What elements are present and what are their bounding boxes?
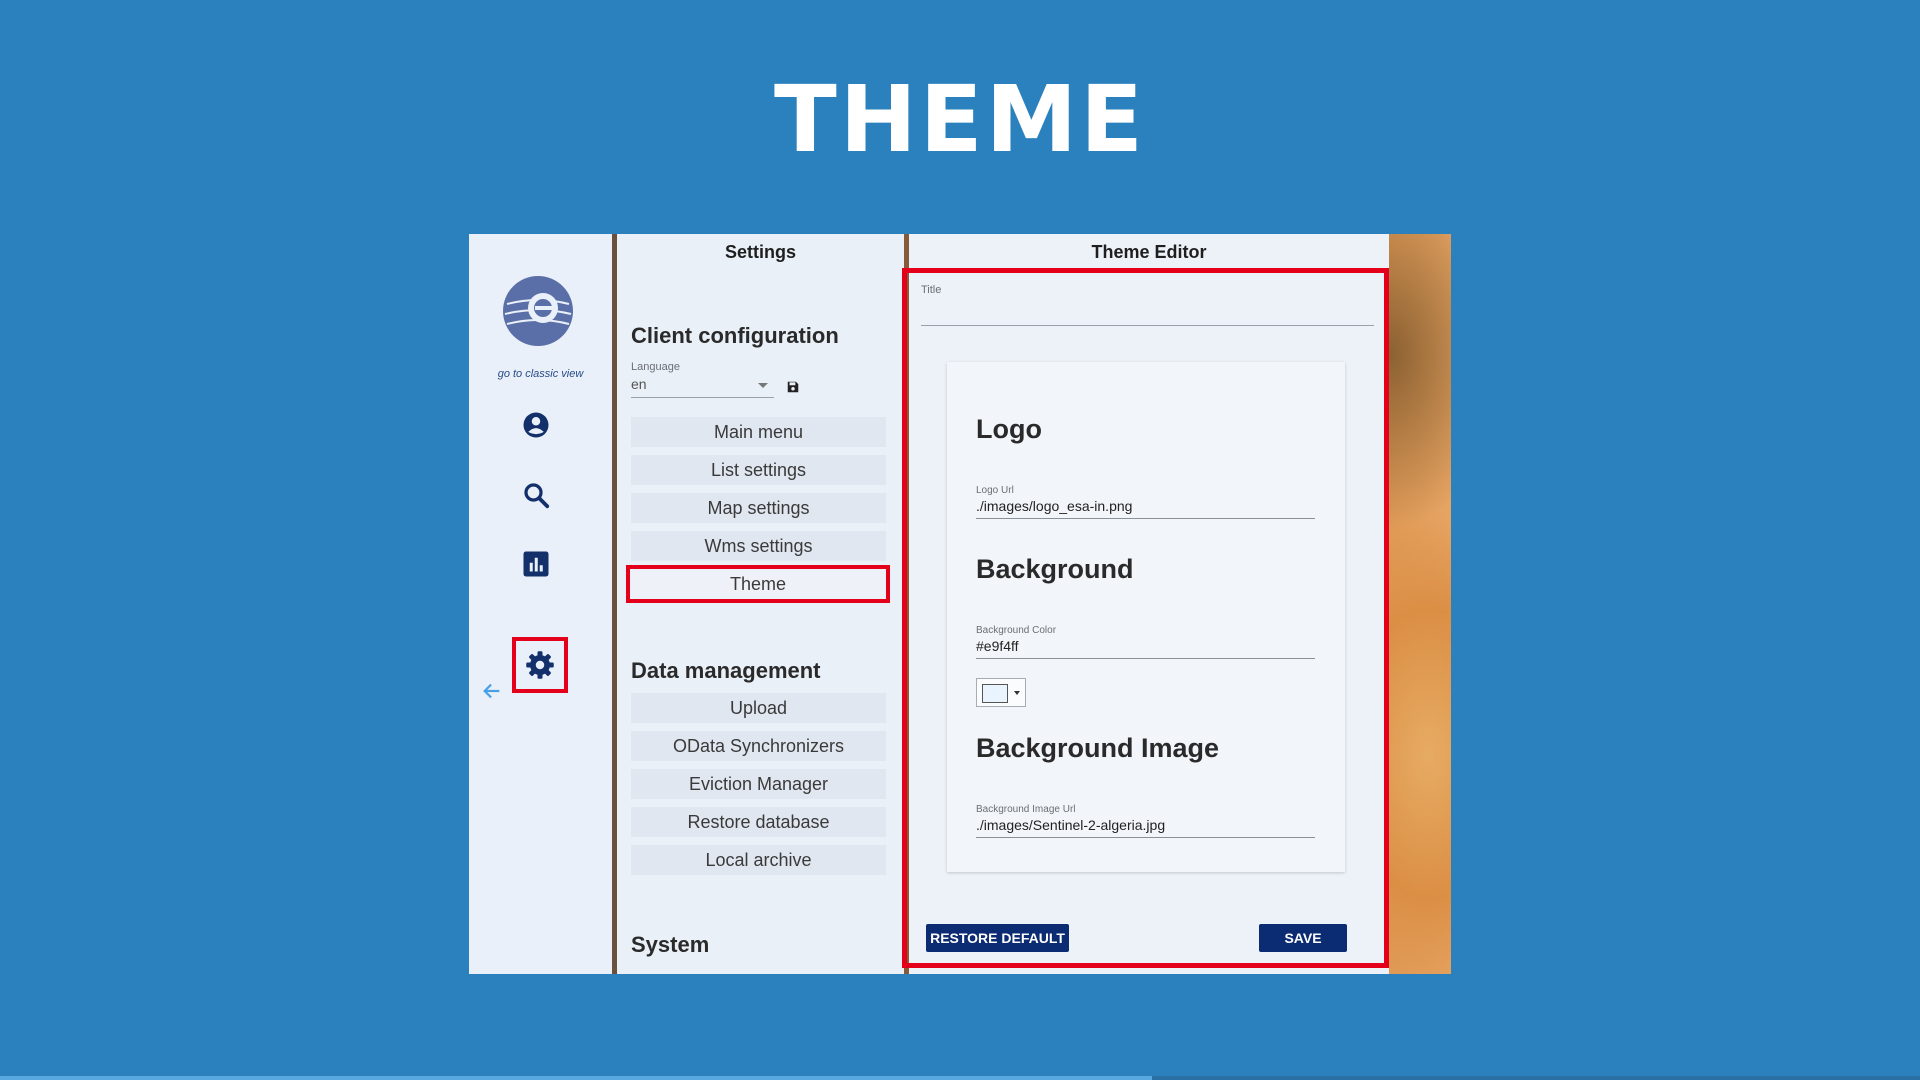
menu-item-theme[interactable]: Theme [626, 565, 890, 603]
menu-item-restore-database[interactable]: Restore database [631, 807, 886, 837]
data-management-heading: Data management [631, 658, 821, 683]
slide-progress-fill [0, 1076, 1152, 1080]
bar-chart-icon[interactable] [521, 549, 551, 579]
dropdown-arrow-icon [1014, 691, 1020, 695]
logo-url-label: Logo Url [976, 485, 1014, 496]
background-color-label: Background Color [976, 625, 1057, 636]
save-icon[interactable] [786, 380, 800, 394]
color-picker[interactable] [976, 678, 1026, 707]
logo-heading: Logo [976, 414, 1042, 444]
color-swatch [982, 684, 1008, 703]
menu-item-local-archive[interactable]: Local archive [631, 845, 886, 875]
menu-item-main-menu[interactable]: Main menu [631, 417, 886, 447]
theme-card: Logo Logo Url ./images/logo_esa-in.png B… [947, 362, 1345, 872]
icon-rail: go to classic view [469, 234, 612, 974]
gear-icon [526, 651, 554, 679]
chevron-down-icon [758, 383, 768, 388]
language-value: en [631, 376, 647, 392]
background-image-value: ./images/Sentinel-2-algeria.jpg [976, 817, 1166, 833]
search-icon[interactable] [521, 480, 551, 510]
background-image-url-field[interactable]: Background Image Url ./images/Sentinel-2… [976, 804, 1315, 838]
title-field-label: Title [921, 284, 942, 296]
slide-progress-bar [0, 1076, 1920, 1080]
settings-button[interactable] [512, 637, 568, 693]
menu-item-eviction-manager[interactable]: Eviction Manager [631, 769, 886, 799]
background-image-label: Background Image Url [976, 804, 1076, 815]
menu-item-map-settings[interactable]: Map settings [631, 493, 886, 523]
arrow-left-icon[interactable] [481, 680, 503, 702]
slide-title: THEME [774, 66, 1146, 173]
app-screenshot: go to classic view Settings Client confi… [469, 234, 1451, 974]
menu-item-upload[interactable]: Upload [631, 693, 886, 723]
title-field[interactable]: Title [921, 284, 1374, 326]
logo-url-field[interactable]: Logo Url ./images/logo_esa-in.png [976, 485, 1315, 519]
theme-editor-title: Theme Editor [1091, 242, 1207, 262]
language-select[interactable]: en [631, 374, 774, 398]
background-image-heading: Background Image [976, 733, 1220, 763]
background-heading: Background [976, 554, 1134, 584]
account-icon[interactable] [521, 410, 551, 440]
language-label: Language [631, 361, 680, 373]
logo-url-value: ./images/logo_esa-in.png [976, 498, 1133, 514]
classic-view-link[interactable]: go to classic view [469, 368, 612, 380]
restore-default-button[interactable]: RESTORE DEFAULT [926, 924, 1069, 952]
menu-item-wms-settings[interactable]: Wms settings [631, 531, 886, 561]
settings-panel: Settings Client configuration Language e… [617, 234, 904, 974]
system-heading: System [631, 932, 710, 957]
background-color-field[interactable]: Background Color #e9f4ff [976, 625, 1315, 659]
settings-title: Settings [724, 242, 796, 262]
theme-editor-panel: Theme Editor Title Logo Logo Url ./image… [909, 234, 1389, 974]
background-color-value: #e9f4ff [976, 638, 1019, 654]
save-button[interactable]: SAVE [1259, 924, 1347, 952]
menu-item-odata-synchronizers[interactable]: OData Synchronizers [631, 731, 886, 761]
esa-logo-icon[interactable] [501, 274, 575, 348]
client-configuration-heading: Client configuration [631, 323, 839, 348]
menu-item-list-settings[interactable]: List settings [631, 455, 886, 485]
